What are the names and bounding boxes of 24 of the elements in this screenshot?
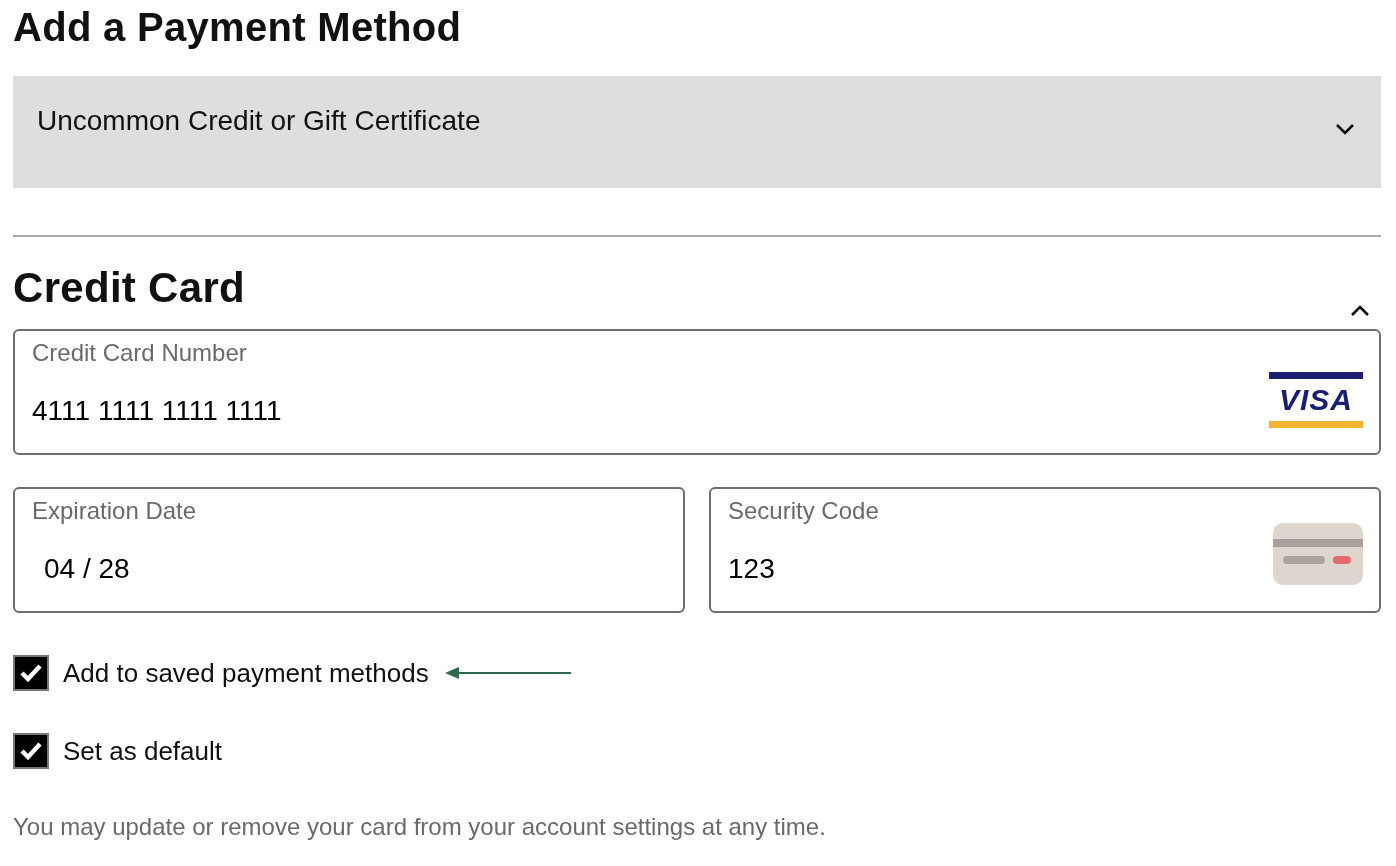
section-title: Credit Card [13, 264, 245, 312]
gift-certificate-accordion[interactable]: Uncommon Credit or Gift Certificate [13, 76, 1381, 188]
card-brand-logo: VISA [1269, 372, 1363, 428]
field-value[interactable]: 4111 1111 1111 1111 [32, 395, 552, 427]
chevron-down-icon[interactable] [1335, 122, 1355, 136]
field-value[interactable]: 123 [728, 553, 1248, 585]
info-text: You may update or remove your card from your account settings at any time. [13, 813, 827, 841]
field-label: Credit Card Number [32, 339, 248, 367]
field-value[interactable]: 04 / 28 [32, 553, 564, 585]
card-input-field[interactable]: Security Code 123 [709, 487, 1381, 613]
card-input-field[interactable]: Credit Card Number 4111 1111 1111 1111 VISA [13, 329, 1381, 455]
card-input-field[interactable]: Expiration Date 04 / 28 [13, 487, 685, 613]
chevron-up-icon[interactable] [1350, 304, 1370, 318]
checkmark-icon [19, 741, 43, 761]
checkbox[interactable] [13, 655, 49, 691]
page-title: Add a Payment Method [13, 4, 463, 51]
checkbox-label: Set as default [63, 735, 222, 767]
accordion-label: Uncommon Credit or Gift Certificate [37, 104, 481, 138]
checkbox[interactable] [13, 733, 49, 769]
card-back-icon [1273, 523, 1363, 585]
checkbox-label: Add to saved payment methods [63, 657, 429, 689]
checkmark-icon [19, 663, 43, 683]
field-label: Expiration Date [32, 497, 198, 525]
field-label: Security Code [728, 497, 880, 525]
